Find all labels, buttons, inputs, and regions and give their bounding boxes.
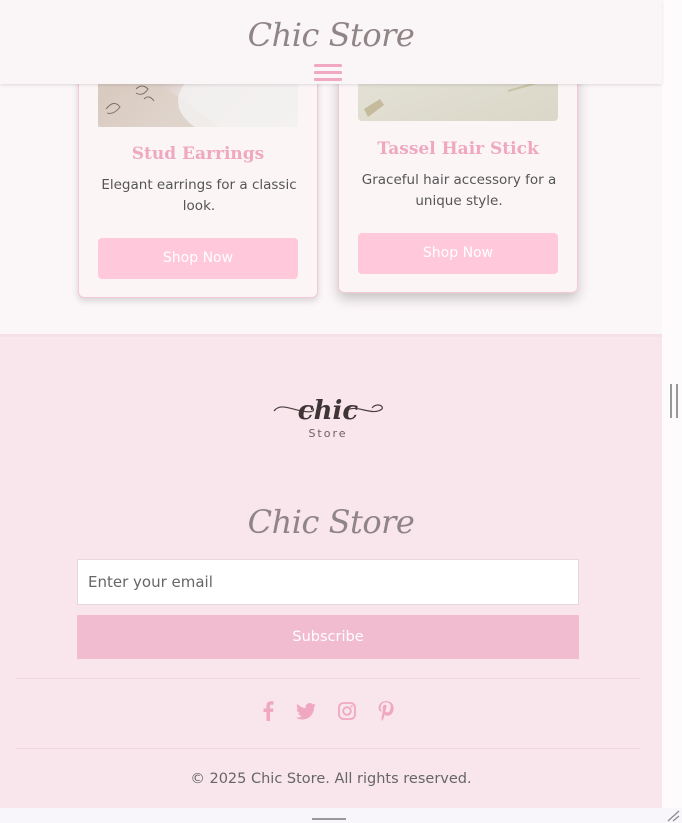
footer-logo: chic Store (273, 396, 383, 440)
product-name: Tassel Hair Stick (377, 139, 539, 159)
subscribe-button[interactable]: Subscribe (77, 615, 579, 659)
menu-bar (314, 71, 342, 74)
horizontal-resize-handle-icon[interactable] (312, 818, 346, 823)
twitter-icon[interactable] (294, 699, 318, 723)
hamburger-menu-icon[interactable] (314, 64, 342, 82)
menu-bar (314, 78, 342, 81)
social-links (256, 699, 406, 725)
resize-grip-icon[interactable] (666, 810, 680, 822)
header-logo[interactable]: Chic Store (0, 16, 662, 54)
pinterest-icon[interactable] (374, 699, 398, 723)
divider (16, 678, 640, 679)
copyright-text: © 2025 Chic Store. All rights reserved. (190, 771, 472, 787)
product-name: Stud Earrings (131, 144, 265, 164)
shop-now-button[interactable]: Shop Now (358, 233, 558, 274)
product-description: Graceful hair accessory for a unique sty… (361, 172, 557, 209)
footer-logo-script: chic (298, 396, 359, 426)
site-footer: chic Store Chic Store Subscribe © 2025 C… (0, 334, 662, 808)
footer-logo-sub: Store (308, 427, 347, 440)
footer-brand: Chic Store (247, 503, 415, 541)
site-header: Chic Store (0, 0, 662, 84)
facebook-icon[interactable] (256, 699, 280, 723)
instagram-icon[interactable] (335, 699, 359, 723)
email-input[interactable] (77, 559, 579, 605)
product-description: Elegant earrings for a classic look. (101, 177, 297, 214)
shop-now-button[interactable]: Shop Now (98, 238, 298, 279)
vertical-resize-handle-icon[interactable] (670, 384, 678, 418)
divider (16, 748, 640, 749)
menu-bar (314, 64, 342, 67)
